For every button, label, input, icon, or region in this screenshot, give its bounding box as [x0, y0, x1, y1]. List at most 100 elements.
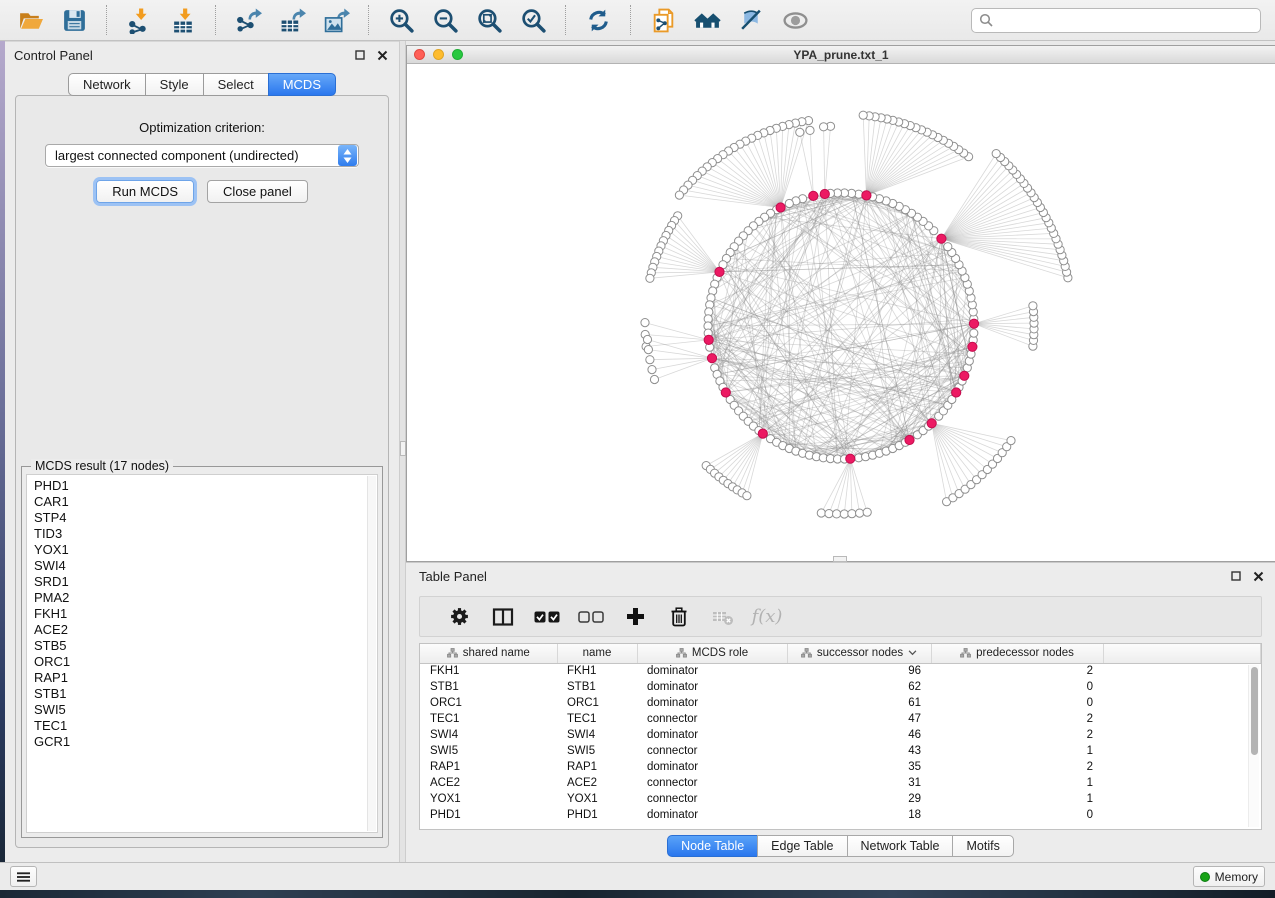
- mcds-list-item[interactable]: SWI5: [27, 702, 377, 718]
- table-cell[interactable]: 0: [931, 679, 1103, 695]
- table-cell[interactable]: 2: [931, 663, 1103, 679]
- mcds-list-item[interactable]: STB1: [27, 686, 377, 702]
- tab-select[interactable]: Select: [203, 73, 268, 96]
- select-all-button[interactable]: [525, 600, 569, 634]
- mcds-list-item[interactable]: YOX1: [27, 542, 377, 558]
- import-table-button[interactable]: [163, 3, 203, 37]
- table-cell[interactable]: 47: [787, 711, 931, 727]
- table-cell[interactable]: 2: [931, 727, 1103, 743]
- table-cell[interactable]: SWI5: [420, 743, 557, 759]
- vertical-splitter[interactable]: [399, 41, 406, 862]
- column-header-predecessor-nodes[interactable]: predecessor nodes: [931, 644, 1103, 663]
- mcds-list-item[interactable]: STB5: [27, 638, 377, 654]
- close-panel-button[interactable]: Close panel: [207, 180, 308, 203]
- table-row[interactable]: FKH1FKH1dominator962: [420, 663, 1261, 679]
- zoom-in-button[interactable]: [381, 3, 421, 37]
- table-cell[interactable]: 43: [787, 743, 931, 759]
- mcds-list-item[interactable]: TID3: [27, 526, 377, 542]
- search-input[interactable]: [998, 13, 1253, 27]
- table-cell[interactable]: STB1: [557, 679, 637, 695]
- table-cell[interactable]: dominator: [637, 663, 787, 679]
- close-table-panel-icon[interactable]: [1250, 568, 1266, 584]
- export-network-button[interactable]: [228, 3, 268, 37]
- table-cell[interactable]: 18: [787, 807, 931, 823]
- table-cell[interactable]: connector: [637, 791, 787, 807]
- table-cell[interactable]: [1103, 807, 1261, 823]
- tab-network-table[interactable]: Network Table: [847, 835, 953, 857]
- table-cell[interactable]: connector: [637, 775, 787, 791]
- mcds-list-item[interactable]: ACE2: [27, 622, 377, 638]
- table-scrollbar[interactable]: [1248, 665, 1259, 827]
- table-cell[interactable]: ACE2: [420, 775, 557, 791]
- table-cell[interactable]: [1103, 679, 1261, 695]
- table-cell[interactable]: [1103, 791, 1261, 807]
- table-row[interactable]: ACE2ACE2connector311: [420, 775, 1261, 791]
- deselect-all-button[interactable]: [569, 600, 613, 634]
- show-eye-button[interactable]: [775, 3, 815, 37]
- export-image-button[interactable]: [316, 3, 356, 37]
- mcds-list-item[interactable]: GCR1: [27, 734, 377, 750]
- table-row[interactable]: SWI4SWI4dominator462: [420, 727, 1261, 743]
- table-cell[interactable]: 61: [787, 695, 931, 711]
- column-header-shared-name[interactable]: shared name: [420, 644, 557, 663]
- mcds-list-item[interactable]: CAR1: [27, 494, 377, 510]
- column-header-mcds-role[interactable]: MCDS role: [637, 644, 787, 663]
- tab-node-table[interactable]: Node Table: [667, 835, 757, 857]
- tab-mcds[interactable]: MCDS: [268, 73, 336, 96]
- task-history-button[interactable]: [10, 866, 37, 887]
- mcds-list-scrollbar[interactable]: [367, 476, 376, 831]
- table-cell[interactable]: dominator: [637, 695, 787, 711]
- open-session-button[interactable]: [10, 3, 50, 37]
- table-row[interactable]: STB1STB1dominator620: [420, 679, 1261, 695]
- table-cell[interactable]: PHD1: [557, 807, 637, 823]
- table-cell[interactable]: TEC1: [557, 711, 637, 727]
- mcds-list-item[interactable]: PHD1: [27, 478, 377, 494]
- mcds-list-item[interactable]: STP4: [27, 510, 377, 526]
- table-settings-button[interactable]: [437, 600, 481, 634]
- table-cell[interactable]: SWI4: [557, 727, 637, 743]
- table-row[interactable]: SWI5SWI5connector431: [420, 743, 1261, 759]
- toggle-panes-button[interactable]: [481, 600, 525, 634]
- tab-motifs[interactable]: Motifs: [952, 835, 1013, 857]
- table-cell[interactable]: FKH1: [557, 663, 637, 679]
- network-canvas[interactable]: [407, 64, 1275, 561]
- table-cell[interactable]: RAP1: [420, 759, 557, 775]
- search-box[interactable]: [971, 8, 1261, 33]
- table-cell[interactable]: YOX1: [420, 791, 557, 807]
- table-cell[interactable]: ORC1: [557, 695, 637, 711]
- table-cell[interactable]: dominator: [637, 679, 787, 695]
- table-cell[interactable]: SWI5: [557, 743, 637, 759]
- table-cell[interactable]: [1103, 727, 1261, 743]
- browse-sites-button[interactable]: [687, 3, 727, 37]
- table-cell[interactable]: SWI4: [420, 727, 557, 743]
- mcds-list-item[interactable]: SRD1: [27, 574, 377, 590]
- table-cell[interactable]: 0: [931, 807, 1103, 823]
- table-cell[interactable]: connector: [637, 711, 787, 727]
- zoom-out-button[interactable]: [425, 3, 465, 37]
- add-column-button[interactable]: [613, 600, 657, 634]
- table-cell[interactable]: 96: [787, 663, 931, 679]
- delete-column-button[interactable]: [657, 600, 701, 634]
- table-cell[interactable]: 1: [931, 743, 1103, 759]
- float-panel-icon[interactable]: [352, 47, 368, 63]
- table-cell[interactable]: [1103, 743, 1261, 759]
- tab-style[interactable]: Style: [145, 73, 203, 96]
- table-cell[interactable]: [1103, 711, 1261, 727]
- table-cell[interactable]: RAP1: [557, 759, 637, 775]
- table-row[interactable]: ORC1ORC1dominator610: [420, 695, 1261, 711]
- zoom-fit-button[interactable]: [469, 3, 509, 37]
- apply-layout-button[interactable]: [578, 3, 618, 37]
- table-cell[interactable]: 29: [787, 791, 931, 807]
- table-cell[interactable]: [1103, 759, 1261, 775]
- clone-network-button[interactable]: [643, 3, 683, 37]
- table-cell[interactable]: PHD1: [420, 807, 557, 823]
- table-cell[interactable]: 31: [787, 775, 931, 791]
- table-cell[interactable]: [1103, 695, 1261, 711]
- mcds-list-item[interactable]: PMA2: [27, 590, 377, 606]
- table-cell[interactable]: TEC1: [420, 711, 557, 727]
- memory-button[interactable]: Memory: [1193, 866, 1265, 887]
- mcds-list-item[interactable]: FKH1: [27, 606, 377, 622]
- zoom-selected-button[interactable]: [513, 3, 553, 37]
- column-header-successor-nodes[interactable]: successor nodes: [787, 644, 931, 663]
- export-table-button[interactable]: [272, 3, 312, 37]
